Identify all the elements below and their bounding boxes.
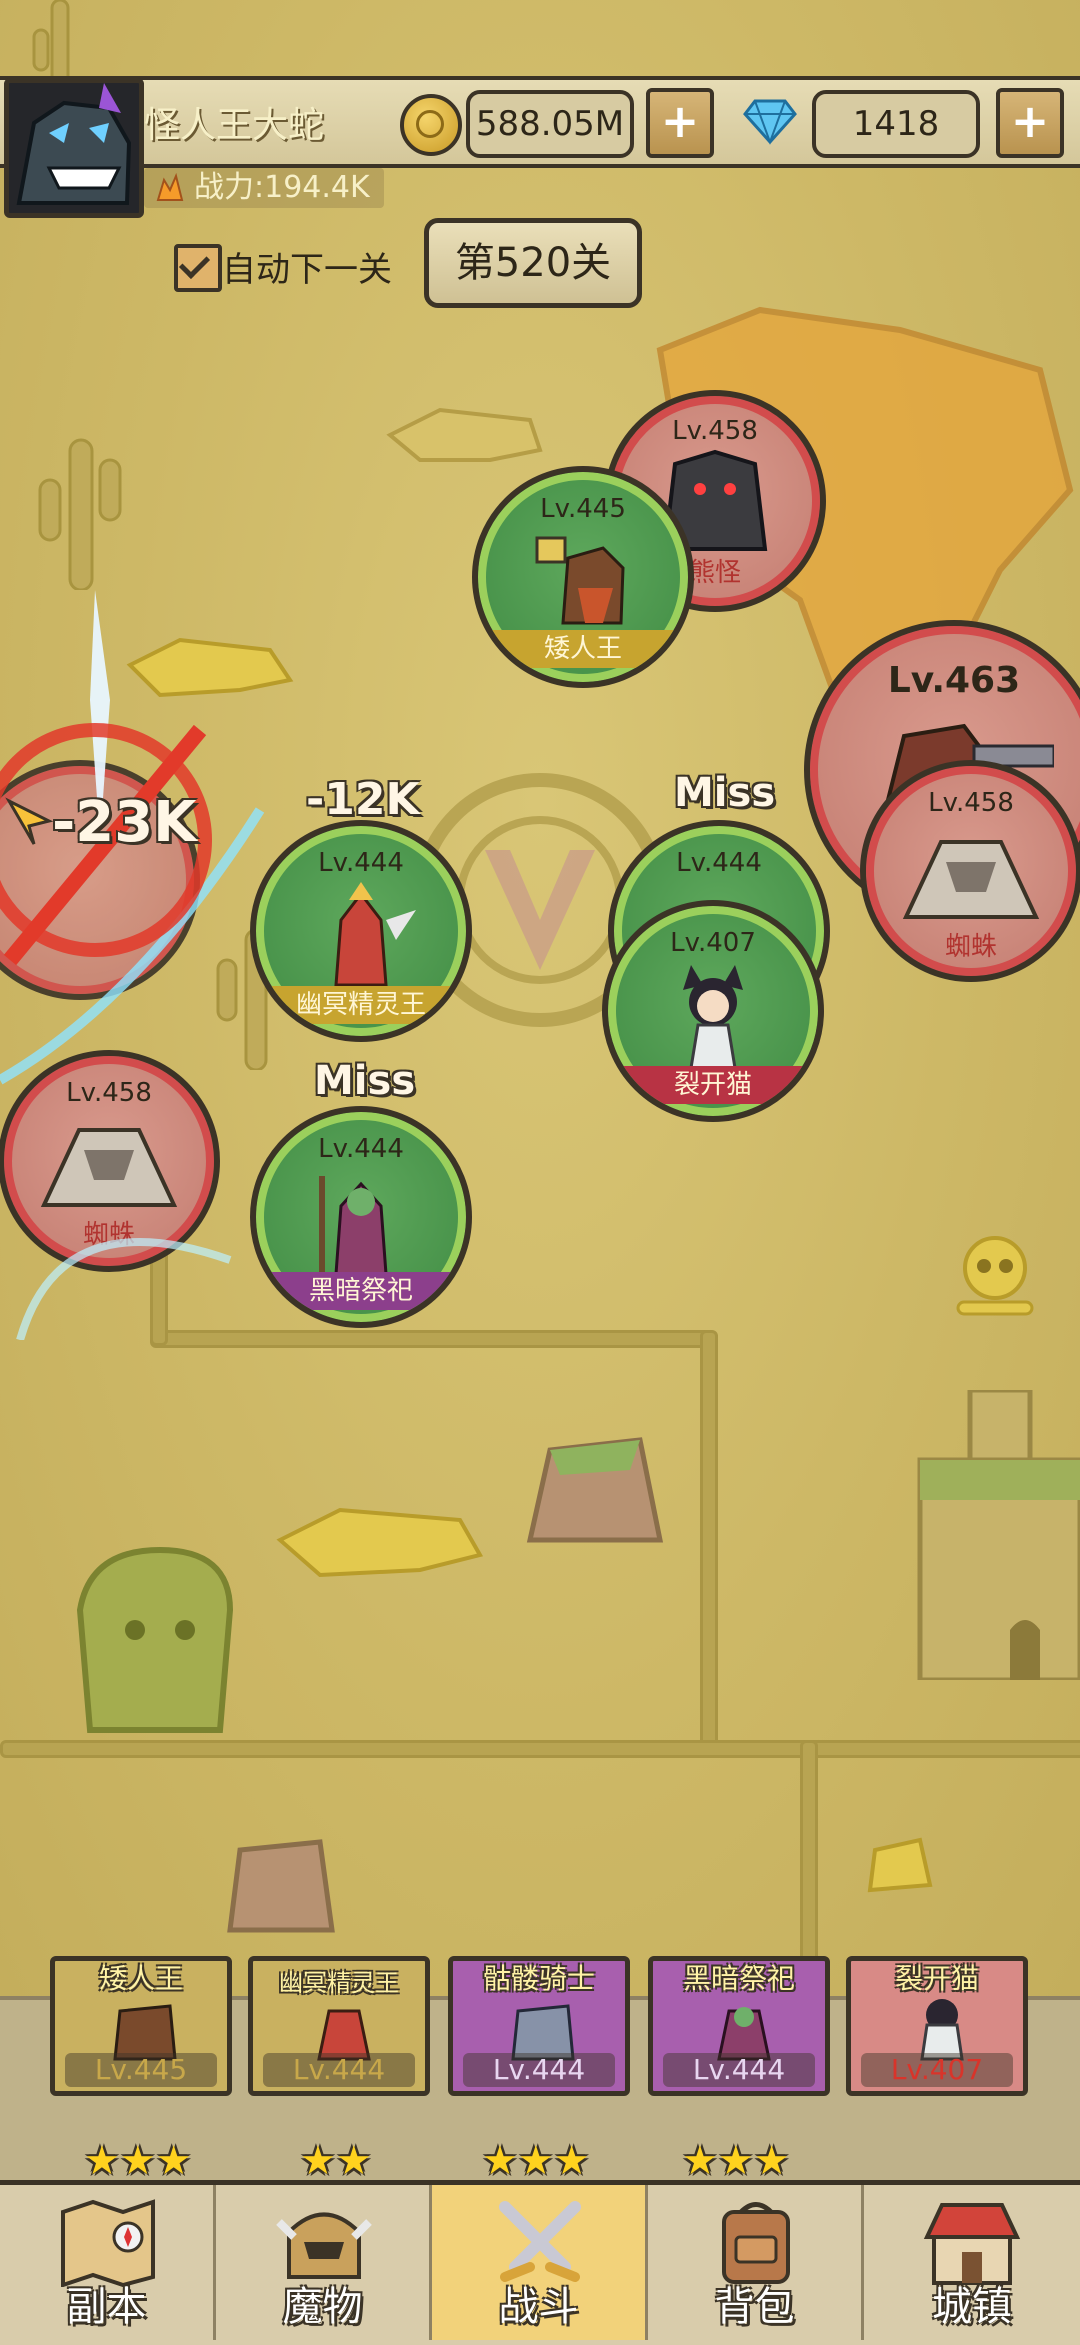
nav-battle[interactable]: 战斗 <box>432 2185 648 2340</box>
add-gold-button[interactable]: + <box>646 88 714 158</box>
nav-label: 城镇 <box>932 2284 1012 2330</box>
map-path <box>700 1330 718 1746</box>
skeleton-bones-icon <box>276 1507 484 1578</box>
team-card-name: 矮人王 <box>98 1962 183 1995</box>
team-card-stars: ★★★ <box>682 2138 790 2184</box>
team-card-level: Lv.444 <box>263 2053 415 2087</box>
skeleton-bones-icon <box>386 407 543 462</box>
miss-indicator: Miss <box>314 1058 416 1104</box>
player-name: 怪人王大蛇 <box>144 105 325 146</box>
team-card-level: Lv.407 <box>861 2053 1013 2087</box>
team-card-name: 黑暗祭祀 <box>682 1962 795 1995</box>
unit-level: Lv.444 <box>676 848 762 878</box>
stone-spider-icon <box>902 840 1040 919</box>
team-card-stars: ★★★ <box>84 2138 192 2184</box>
gold-coin-icon <box>400 94 462 156</box>
dwarf-king-icon <box>535 536 625 625</box>
unit-name: 矮人王 <box>478 630 688 668</box>
damage-number-big: -23K <box>52 790 197 855</box>
damage-number: -12K <box>306 774 420 825</box>
stone-golem-statue <box>76 1546 234 1733</box>
skeleton-knight-icon <box>511 2004 575 2061</box>
team-card-name: 裂开猫 <box>894 1962 979 1995</box>
miss-indicator: Miss <box>674 770 776 816</box>
nav-label: 副本 <box>66 2284 147 2330</box>
auto-next-checkbox[interactable] <box>174 244 222 292</box>
team-card-level: Lv.444 <box>663 2053 815 2087</box>
nav-dungeon[interactable]: 副本 <box>0 2185 216 2340</box>
combat-power-value: 战力:194.4K <box>194 170 370 205</box>
rock-mound <box>227 1839 335 1933</box>
rock-mound <box>526 1437 664 1543</box>
nav-label: 背包 <box>714 2284 795 2330</box>
team-card-level: Lv.444 <box>463 2053 615 2087</box>
cat-girl-icon <box>920 1999 964 2061</box>
team-card-name: 幽冥精灵王 <box>279 1969 399 1997</box>
nav-backpack[interactable]: 背包 <box>648 2185 864 2340</box>
add-gems-button[interactable]: + <box>996 88 1064 158</box>
nav-label: 魔物 <box>282 2284 363 2330</box>
stage-level-button[interactable]: 第520关 <box>424 218 642 308</box>
team-card-level: Lv.445 <box>65 2053 217 2087</box>
player-avatar[interactable] <box>4 78 144 218</box>
unit-name: 裂开猫 <box>608 1066 818 1104</box>
skull-crossbones-icon <box>956 1236 1034 1316</box>
map-path <box>0 1740 1080 1758</box>
team-card-name: 骷髅骑士 <box>482 1962 595 1995</box>
gem-amount: 1418 <box>812 90 980 158</box>
monster-portrait-icon <box>16 83 132 205</box>
team-card[interactable]: 矮人王 Lv.445 <box>50 1956 232 2096</box>
team-card-stars: ★★ <box>300 2138 372 2184</box>
flame-power-icon <box>156 172 184 201</box>
team-card-stars: ★★★ <box>482 2138 590 2184</box>
cat-girl-icon <box>683 965 743 1070</box>
dark-priest-icon <box>717 2007 771 2061</box>
unit-level: Lv.458 <box>928 788 1014 818</box>
nav-label: 战斗 <box>498 2284 579 2330</box>
team-card[interactable]: 幽冥精灵王 Lv.444 <box>248 1956 430 2096</box>
dwarf-king-icon <box>113 2004 177 2061</box>
diamond-gem-icon <box>743 99 797 145</box>
glove-icon <box>867 1837 933 1893</box>
unit-level: Lv.458 <box>672 416 758 446</box>
combat-power: 战力:194.4K <box>144 168 384 208</box>
ruined-tower <box>917 1390 1080 1680</box>
unit-level: Lv.407 <box>670 928 756 958</box>
auto-next-label: 自动下一关 <box>222 250 392 290</box>
unit-name: 蜘蛛 <box>944 932 997 962</box>
cactus-icon <box>38 438 122 590</box>
ally-unit[interactable]: Lv.445 矮人王 <box>472 466 694 688</box>
gold-amount: 588.05M <box>466 90 634 158</box>
team-card[interactable]: 黑暗祭祀 Lv.444 <box>648 1956 830 2096</box>
slash-effect <box>0 590 265 1340</box>
nav-town[interactable]: 城镇 <box>864 2185 1080 2340</box>
unit-level: Lv.445 <box>540 494 626 524</box>
team-card[interactable]: 骷髅骑士 Lv.444 <box>448 1956 630 2096</box>
ghost-elf-king-icon <box>317 2009 371 2061</box>
nav-monsters[interactable]: 魔物 <box>216 2185 432 2340</box>
crit-arrow-icon <box>5 797 54 845</box>
enemy-unit[interactable]: Lv.458 蜘蛛 <box>860 760 1080 982</box>
ally-unit[interactable]: Lv.407 裂开猫 <box>602 900 824 1122</box>
unit-level: Lv.463 <box>887 660 1021 701</box>
team-card[interactable]: 裂开猫 Lv.407 <box>846 1956 1028 2096</box>
